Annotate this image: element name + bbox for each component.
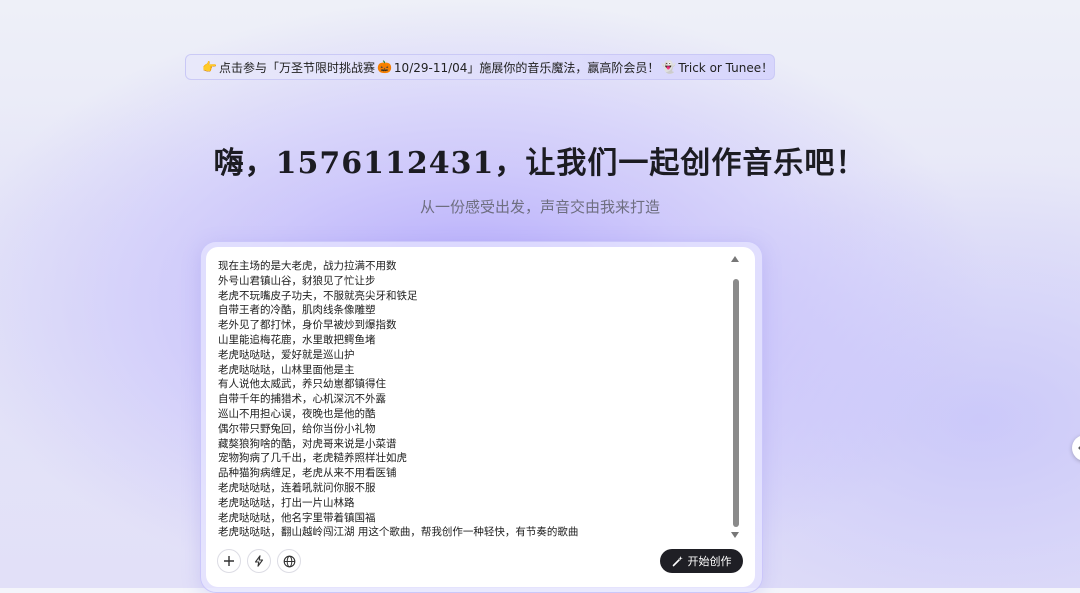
greeting-subtitle: 从一份感受出发，声音交由我来打造 — [419, 198, 660, 216]
lightning-icon — [254, 555, 264, 567]
globe-icon — [283, 555, 295, 567]
greeting-title: 嗨，1576112431，让我们一起创作音乐吧！ — [213, 146, 867, 181]
banner-text-3: Trick or Tunee！ — [678, 60, 774, 75]
prompt-line: 自带千年的捕猎术，心机深沉不外露 — [218, 393, 386, 406]
prompt-textarea[interactable]: 现在主场的是大老虎，战力拉满不用数 外号山君镇山谷，豺狼见了忙让步老虎不玩嘴皮子功… — [218, 259, 723, 541]
prompt-line: 品种猫狗病缠足，老虎从来不用看医铺 — [218, 467, 397, 480]
language-button[interactable] — [277, 549, 301, 573]
prompt-line: 老虎哒哒哒，爱好就是巡山护 — [218, 348, 355, 361]
prompt-line: 现在主场的是大老虎，战力拉满不用数 — [218, 260, 397, 272]
banner-text-1: 点击参与「万圣节限时挑战赛 — [218, 60, 375, 75]
prompt-line: 宠物狗病了几千出，老虎糙养照样壮如虎 — [218, 452, 407, 465]
add-button[interactable] — [217, 549, 241, 573]
prompt-line: 老外见了都打怵，身价早被炒到爆指数 — [218, 319, 397, 332]
prompt-line: 老虎哒哒哒，山林里面他是主 — [218, 363, 355, 376]
prompt-line: 自带王者的冷酷，肌肉线条像雕塑 — [218, 304, 376, 317]
prompt-line: 老虎哒哒哒，翻山越岭闯江湖 用这个歌曲，帮我创作一种轻快，有节奏的歌曲 — [218, 526, 579, 539]
pumpkin-icon: 🎃 — [376, 60, 392, 74]
magic-wand-icon — [672, 556, 683, 567]
prompt-line: 有人说他太威武，养只幼崽都镇得住 — [218, 378, 386, 391]
prompt-line: 老虎哒哒哒，他名字里带着镇国福 — [218, 511, 376, 524]
scroll-down-arrow[interactable] — [731, 532, 739, 538]
banner-text-2: 10/29-11/04」施展你的音乐魔法，赢高阶会员！ — [393, 60, 660, 75]
prompt-line: 外号山君镇山谷，豺狼见了忙让步 — [218, 274, 376, 287]
prompt-line: 山里能追梅花鹿，水里敢把鳄鱼堵 — [218, 333, 376, 346]
prompt-line: 巡山不用担心误，夜晚也是他的酷 — [218, 407, 376, 420]
promo-banner[interactable]: 👉 点击参与「万圣节限时挑战赛 🎃 10/29-11/04」施展你的音乐魔法，赢… — [185, 54, 775, 80]
scroll-up-arrow[interactable] — [731, 256, 739, 262]
prompt-line: 老虎哒哒哒，连着吼就问你服不服 — [218, 481, 376, 494]
plus-icon — [224, 556, 234, 566]
ghost-icon: 👻 — [661, 60, 677, 74]
prompt-line: 老虎哒哒哒，打出一片山林路 — [218, 496, 355, 509]
quick-mode-button[interactable] — [247, 549, 271, 573]
start-create-label: 开始创作 — [687, 555, 732, 568]
pointing-hand-icon: 👉 — [202, 60, 217, 74]
scrollbar-thumb[interactable] — [733, 279, 739, 527]
prompt-line: 老虎不玩嘴皮子功夫，不服就亮尖牙和铁足 — [218, 289, 418, 302]
start-create-button[interactable]: 开始创作 — [660, 549, 743, 573]
prompt-line: 藏獒狼狗啥的酷，对虎哥来说是小菜谱 — [218, 437, 397, 450]
prompt-line: 偶尔带只野兔回，给你当份小礼物 — [218, 422, 376, 435]
